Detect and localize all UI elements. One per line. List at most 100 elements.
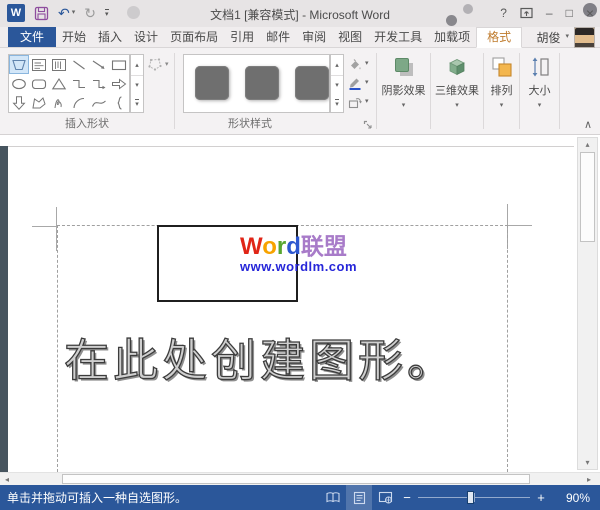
shapes-gallery-more-button[interactable]: ▾ — [135, 99, 139, 108]
styles-scroll-down-button[interactable]: ▾ — [331, 75, 343, 96]
zoom-in-button[interactable]: + — [532, 490, 550, 505]
minimize-button[interactable]: – — [546, 3, 553, 23]
tab-insert[interactable]: 插入 — [92, 27, 128, 47]
vertical-scrollbar-thumb[interactable] — [580, 152, 595, 242]
shape-scribble[interactable] — [49, 93, 69, 112]
tab-review[interactable]: 审阅 — [296, 27, 332, 47]
window-edge-strip — [0, 146, 8, 472]
tab-mailings[interactable]: 邮件 — [260, 27, 296, 47]
account-area[interactable]: 胡俊 ▾ — [536, 27, 600, 47]
collapse-ribbon-button[interactable]: ∧ — [584, 118, 592, 131]
horizontal-scrollbar[interactable]: ◂ ▸ — [0, 472, 600, 485]
shape-triangle[interactable] — [49, 74, 69, 93]
shape-left-brace[interactable] — [109, 93, 129, 112]
scribble-icon — [50, 95, 68, 111]
shape-trapezoid[interactable] — [9, 55, 29, 74]
ribbon-display-options-button[interactable] — [520, 7, 533, 19]
three-d-effects-button[interactable]: 三维效果 ▾ — [431, 48, 483, 134]
print-layout-button[interactable] — [346, 485, 372, 510]
tab-page-layout[interactable]: 页面布局 — [164, 27, 224, 47]
shape-elbow-connector[interactable] — [69, 74, 89, 93]
window-title: 文档1 [兼容模式] - Microsoft Word — [130, 6, 470, 23]
styles-scroll-up-button[interactable]: ▴ — [331, 55, 343, 75]
text-box-icon — [30, 57, 48, 73]
redo-button[interactable]: ↻ — [84, 6, 96, 20]
elbow-arrow-connector-icon — [90, 76, 108, 92]
shape-freeform[interactable] — [29, 93, 49, 112]
curve-icon — [90, 95, 108, 111]
shape-curve[interactable] — [89, 93, 109, 112]
customize-qat-button[interactable]: ▾ — [105, 9, 109, 18]
web-layout-icon — [378, 491, 393, 504]
scroll-left-button[interactable]: ◂ — [0, 473, 14, 485]
shape-style-preset-2[interactable] — [245, 66, 279, 100]
canvas-placeholder-text: 在此处创建图形。 — [64, 324, 456, 389]
size-label: 大小 — [529, 82, 551, 98]
word-app-icon[interactable]: W — [7, 4, 25, 22]
shadow-effects-button[interactable]: 阴影效果 ▾ — [377, 48, 430, 134]
tab-home[interactable]: 开始 — [56, 27, 92, 47]
vertical-scrollbar[interactable]: ▴ ▾ — [577, 137, 598, 470]
read-mode-button[interactable] — [320, 485, 346, 510]
change-shape-dropdown-arrow-icon: ▾ — [365, 98, 369, 106]
scroll-down-button[interactable]: ▾ — [578, 456, 597, 469]
shape-line[interactable] — [69, 55, 89, 74]
shape-style-preset-1[interactable] — [195, 66, 229, 100]
close-button[interactable]: × — [586, 3, 594, 23]
status-hint: 单击并拖动可插入一种自选图形。 — [0, 489, 187, 506]
shape-arrow[interactable] — [89, 55, 109, 74]
shape-elbow-arrow-connector[interactable] — [89, 74, 109, 93]
size-button[interactable]: 大小 ▾ — [520, 48, 559, 134]
horizontal-scrollbar-thumb[interactable] — [62, 474, 530, 484]
scroll-up-button[interactable]: ▴ — [578, 138, 597, 151]
size-dropdown-arrow-icon: ▾ — [538, 102, 542, 110]
maximize-button[interactable]: □ — [566, 3, 573, 23]
shape-style-preset-3[interactable] — [295, 66, 329, 100]
scroll-right-button[interactable]: ▸ — [582, 473, 596, 485]
shapes-scroll-down-button[interactable]: ▾ — [131, 75, 143, 96]
shape-rounded-rectangle[interactable] — [29, 74, 49, 93]
undo-button[interactable]: ↶ ▾ — [58, 6, 75, 20]
tab-view[interactable]: 视图 — [332, 27, 368, 47]
web-layout-button[interactable] — [372, 485, 398, 510]
account-dropdown-arrow-icon: ▾ — [565, 33, 569, 41]
shape-rectangle[interactable] — [109, 55, 129, 74]
shape-styles-dialog-launcher[interactable] — [363, 120, 373, 130]
save-floppy-icon — [34, 6, 49, 21]
shape-oval[interactable] — [9, 74, 29, 93]
shape-text-box[interactable] — [29, 55, 49, 74]
tab-file[interactable]: 文件 — [8, 27, 56, 47]
shape-right-arrow[interactable] — [109, 74, 129, 93]
tab-references[interactable]: 引用 — [224, 27, 260, 47]
tab-design[interactable]: 设计 — [128, 27, 164, 47]
shape-outline-button[interactable]: ▾ — [347, 74, 369, 91]
save-button[interactable] — [34, 6, 49, 21]
shape-arc[interactable] — [69, 93, 89, 112]
user-avatar[interactable] — [574, 27, 595, 48]
shapes-scroll-up-button[interactable]: ▴ — [131, 55, 143, 75]
arrange-label: 排列 — [491, 82, 513, 98]
shape-down-arrow[interactable] — [9, 93, 29, 112]
tab-addins[interactable]: 加载项 — [428, 27, 476, 47]
edit-shape-button[interactable]: ▾ — [147, 57, 169, 72]
styles-gallery-scrollbar: ▴ ▾ ▾ — [330, 54, 344, 113]
insert-shapes-gallery — [8, 54, 130, 113]
shape-vertical-text-box[interactable] — [49, 55, 69, 74]
tab-format-active[interactable]: 格式 — [476, 27, 522, 48]
edit-shape-dropdown-arrow-icon: ▾ — [165, 61, 169, 69]
watermark-brand: Word联盟 — [240, 234, 357, 259]
help-button[interactable]: ? — [500, 3, 507, 23]
change-shape-button[interactable]: ▾ — [347, 93, 369, 110]
zoom-out-button[interactable]: − — [398, 490, 416, 505]
edit-shape-icon — [147, 57, 163, 72]
shape-fill-button[interactable]: ▾ — [347, 55, 369, 72]
zoom-slider-thumb[interactable] — [467, 491, 474, 504]
zoom-slider[interactable] — [418, 485, 530, 510]
ribbon-display-icon — [520, 7, 533, 19]
page-top-edge — [8, 146, 574, 147]
zoom-level[interactable]: 90% — [550, 491, 600, 505]
oval-icon — [10, 76, 28, 92]
styles-gallery-more-button[interactable]: ▾ — [335, 99, 339, 108]
arrange-button[interactable]: 排列 ▾ — [484, 48, 519, 134]
tab-developer[interactable]: 开发工具 — [368, 27, 428, 47]
